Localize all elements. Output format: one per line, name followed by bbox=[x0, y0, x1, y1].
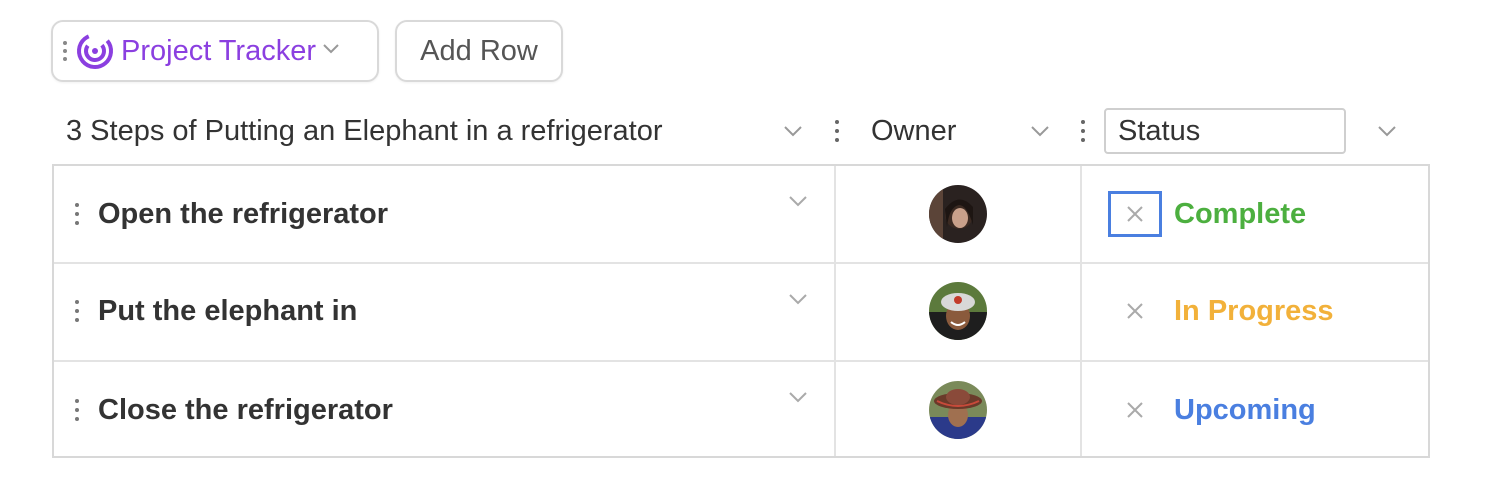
row-drag-handle-icon[interactable] bbox=[75, 203, 79, 225]
task-name: Put the elephant in bbox=[98, 294, 358, 327]
status-cell[interactable]: In Progress bbox=[1082, 264, 1428, 358]
row-drag-handle-icon[interactable] bbox=[75, 300, 79, 322]
close-icon bbox=[1127, 402, 1143, 418]
table-row: Open the refrigerator Complete bbox=[54, 166, 1428, 262]
task-cell[interactable]: Close the refrigerator bbox=[54, 362, 834, 458]
chevron-down-icon[interactable] bbox=[788, 390, 808, 408]
status-text: Upcoming bbox=[1174, 393, 1316, 426]
clear-status-button[interactable] bbox=[1108, 191, 1162, 237]
project-tracker-label: Project Tracker bbox=[121, 34, 316, 67]
status-cell[interactable]: Upcoming bbox=[1082, 362, 1428, 458]
add-row-label: Add Row bbox=[420, 34, 538, 67]
tracker-icon bbox=[75, 31, 115, 71]
add-row-button[interactable]: Add Row bbox=[395, 20, 563, 82]
close-icon bbox=[1127, 206, 1143, 222]
status-text: Complete bbox=[1174, 197, 1307, 230]
close-icon bbox=[1127, 303, 1143, 319]
task-name: Open the refrigerator bbox=[98, 197, 389, 230]
task-cell[interactable]: Open the refrigerator bbox=[54, 166, 834, 262]
status-column-chevron-down-icon[interactable] bbox=[1375, 119, 1399, 143]
row-drag-handle-icon[interactable] bbox=[75, 399, 79, 421]
owner-header-label: Owner bbox=[871, 114, 957, 147]
chevron-down-icon[interactable] bbox=[788, 292, 808, 310]
title-column-chevron-down-icon[interactable] bbox=[781, 119, 805, 143]
avatar[interactable] bbox=[929, 381, 987, 439]
table-title: 3 Steps of Putting an Elephant in a refr… bbox=[66, 114, 663, 147]
owner-cell[interactable] bbox=[836, 362, 1080, 458]
table-row: Put the elephant in In Progress bbox=[54, 262, 1428, 358]
chevron-down-icon bbox=[322, 42, 340, 60]
project-tracker-button[interactable]: Project Tracker bbox=[51, 20, 379, 82]
drag-handle-icon[interactable] bbox=[61, 41, 69, 61]
status-text: In Progress bbox=[1174, 294, 1334, 327]
status-header-label: Status bbox=[1118, 114, 1201, 147]
owner-cell[interactable] bbox=[836, 166, 1080, 262]
title-column-header: 3 Steps of Putting an Elephant in a refr… bbox=[53, 106, 823, 156]
owner-cell[interactable] bbox=[836, 264, 1080, 358]
task-cell[interactable]: Put the elephant in bbox=[54, 264, 834, 358]
table-row: Close the refrigerator Upcoming bbox=[54, 360, 1428, 458]
clear-status-button[interactable] bbox=[1108, 387, 1162, 433]
owner-column-drag-handle-icon[interactable] bbox=[833, 106, 841, 156]
toolbar: Project Tracker Add Row bbox=[51, 20, 563, 82]
task-table: Open the refrigerator Complete Put the e… bbox=[52, 164, 1430, 458]
status-cell[interactable]: Complete bbox=[1082, 166, 1428, 262]
chevron-down-icon[interactable] bbox=[788, 194, 808, 212]
table-header: 3 Steps of Putting an Elephant in a refr… bbox=[53, 106, 1430, 156]
owner-column-chevron-down-icon[interactable] bbox=[1028, 119, 1052, 143]
avatar[interactable] bbox=[929, 185, 987, 243]
status-header-input[interactable]: Status bbox=[1104, 108, 1346, 154]
task-name: Close the refrigerator bbox=[98, 393, 393, 426]
avatar[interactable] bbox=[929, 282, 987, 340]
clear-status-button[interactable] bbox=[1108, 288, 1162, 334]
